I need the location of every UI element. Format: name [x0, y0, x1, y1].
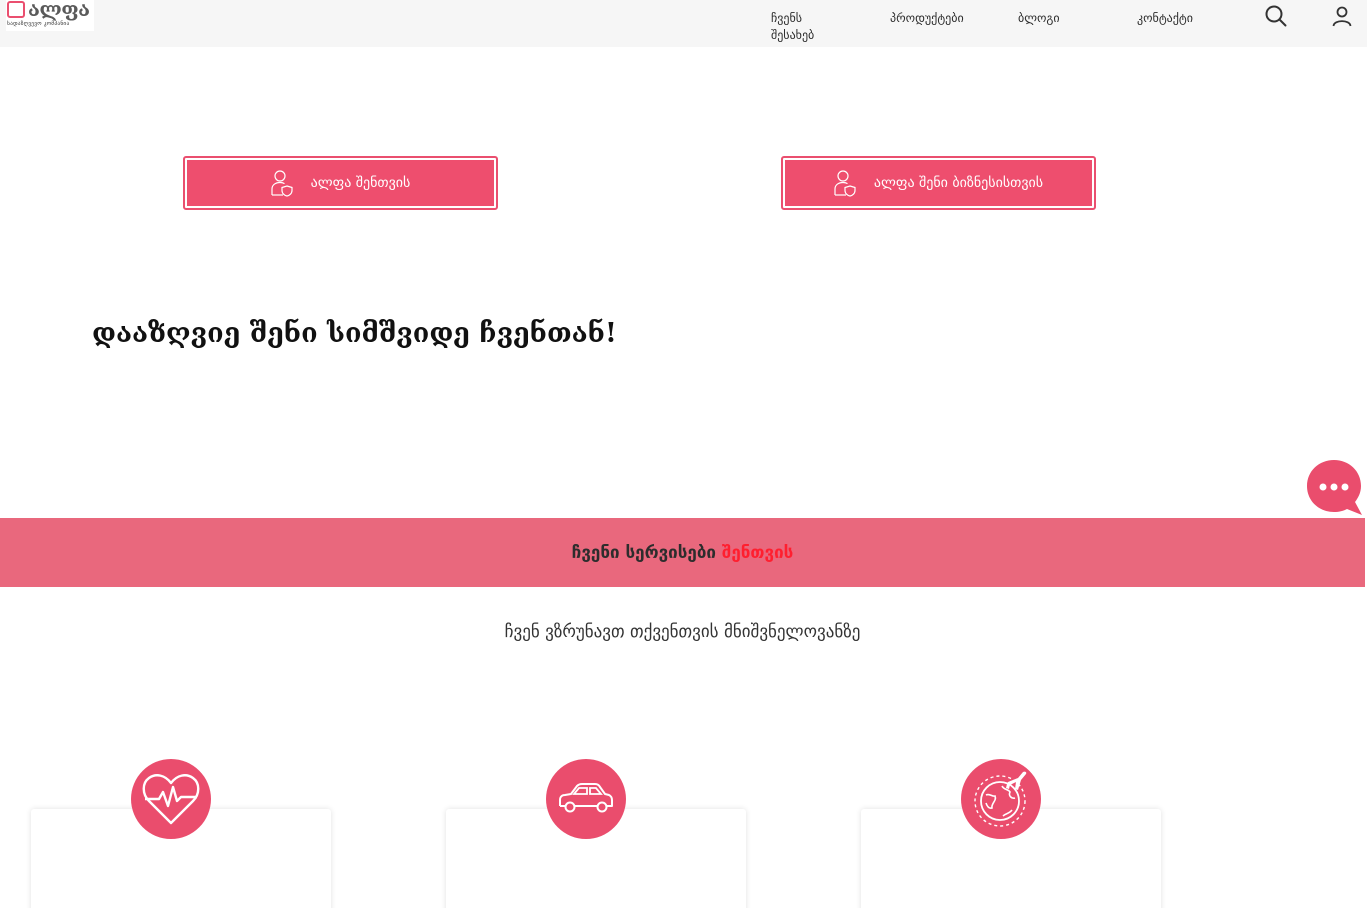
heart-pulse-icon [142, 774, 200, 825]
top-navigation-bar: ალფა სადაზღვევო კომპანია ჩვენს შესახებ პ… [0, 0, 1367, 47]
alfa-for-business-button-body: ალფა შენი ბიზნესისთვის [785, 160, 1092, 206]
chat-widget-button[interactable] [1306, 459, 1362, 517]
health-service-badge [131, 759, 211, 839]
logo-mark [7, 1, 25, 18]
car-icon [559, 783, 613, 813]
nav-blog-link[interactable]: ბლოგი [1018, 10, 1060, 27]
search-button[interactable] [1264, 4, 1288, 28]
services-title-prefix: ჩვენი სერვისები [571, 542, 716, 563]
services-subtitle: ჩვენ ვზრუნავთ თქვენთვის მნიშვნელოვანზე [504, 622, 861, 642]
alfa-for-you-button[interactable]: ალფა შენთვის [183, 156, 498, 210]
user-shield-icon [271, 170, 293, 197]
alfa-for-you-label: ალფა შენთვის [310, 175, 411, 191]
services-title-accent: შენთვის [721, 542, 794, 563]
nav-contact-link[interactable]: კონტაქტი [1137, 10, 1193, 27]
user-shield-icon [834, 170, 856, 197]
logo[interactable]: ალფა სადაზღვევო კომპანია [6, 0, 94, 31]
alfa-for-you-button-body: ალფა შენთვის [187, 160, 494, 206]
nav-products-link[interactable]: პროდუქტები [890, 10, 964, 27]
travel-globe-icon [974, 771, 1027, 827]
nav-about-link[interactable]: ჩვენს შესახებ [771, 10, 831, 44]
services-title: ჩვენი სერვისები შენთვის [572, 543, 794, 563]
user-icon [1332, 6, 1352, 27]
travel-service-badge [961, 759, 1041, 839]
logo-name: ალფა [28, 0, 90, 21]
chat-icon [1307, 460, 1362, 515]
logo-tagline: სადაზღვევო კომპანია [7, 21, 70, 27]
account-button[interactable] [1330, 4, 1354, 28]
alfa-for-business-label: ალფა შენი ბიზნესისთვის [873, 175, 1044, 191]
alfa-for-business-button[interactable]: ალფა შენი ბიზნესისთვის [781, 156, 1096, 210]
search-icon [1265, 5, 1287, 27]
hero-headline: დააზღვიე შენი სიმშვიდე ჩვენთან! [92, 318, 617, 349]
car-service-badge [546, 759, 626, 839]
services-banner: ჩვენი სერვისები შენთვის [0, 518, 1365, 587]
